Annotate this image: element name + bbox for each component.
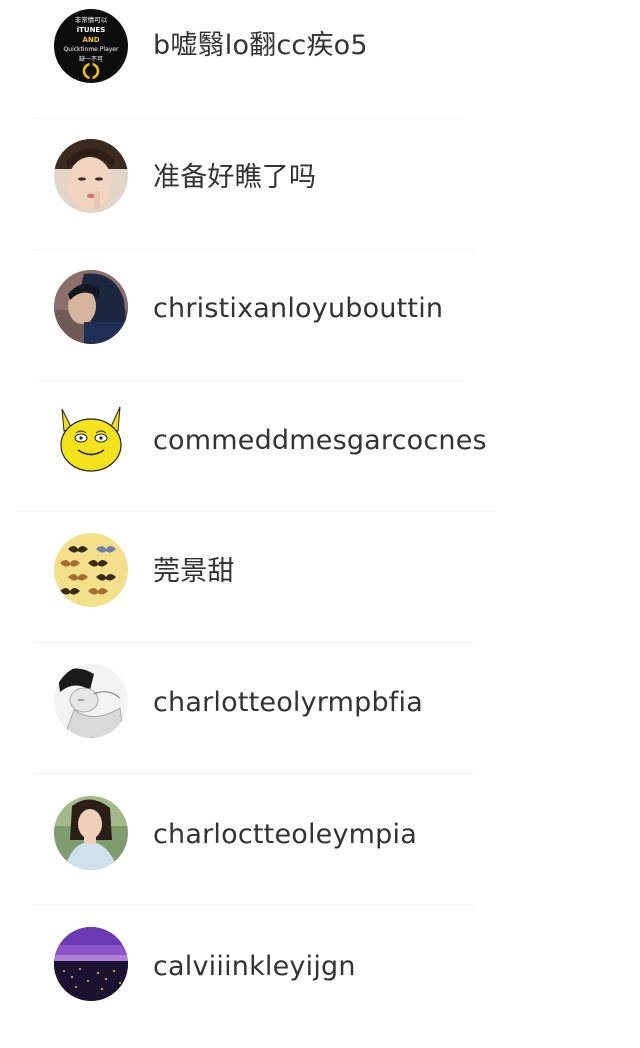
divider xyxy=(34,773,474,774)
avatar-night-city-photo[interactable] xyxy=(54,927,128,1001)
divider xyxy=(16,511,496,512)
username: charloctteoleympia xyxy=(153,819,417,850)
username: charlotteolyrmpbfia xyxy=(153,687,423,718)
itunes-badge-image: 非常情可以 iTUNES AND Quicktinme Player 缺一不可 xyxy=(54,9,128,83)
avatar-pikachu-meme[interactable] xyxy=(54,403,128,477)
girl-photo-image xyxy=(54,139,128,213)
avatar-bw-sketch[interactable] xyxy=(54,664,128,738)
divider xyxy=(34,642,474,643)
user-row[interactable]: calviiinkleyijgn xyxy=(0,917,640,1048)
avatar-mustache-pattern[interactable] xyxy=(54,533,128,607)
badge-line-2: iTUNES xyxy=(77,26,106,34)
night-city-image xyxy=(54,927,128,1001)
divider xyxy=(34,380,464,381)
woman-photo-image xyxy=(54,796,128,870)
user-row[interactable]: 莞景甜 xyxy=(0,524,640,655)
divider xyxy=(34,904,474,905)
username: christixanloyubouttin xyxy=(153,293,444,324)
avatar-woman-photo[interactable] xyxy=(54,796,128,870)
username: b嘘翳lo翻cc疾o5 xyxy=(153,30,368,61)
username: 准备好瞧了吗 xyxy=(153,162,317,193)
avatar-itunes-badge[interactable]: 非常情可以 iTUNES AND Quicktinme Player 缺一不可 xyxy=(54,9,128,83)
man-photo-image xyxy=(54,270,128,344)
user-row[interactable]: 非常情可以 iTUNES AND Quicktinme Player 缺一不可 … xyxy=(0,0,640,131)
username: commeddmesgarcocnes xyxy=(153,425,487,456)
badge-line-4: Quicktinme Player xyxy=(64,46,119,53)
user-row[interactable]: commeddmesgarcocnes xyxy=(0,393,640,524)
pikachu-meme-image xyxy=(60,406,122,472)
mustache-pattern-image xyxy=(54,533,128,607)
divider xyxy=(34,249,474,250)
user-row[interactable]: charloctteoleympia xyxy=(0,786,640,917)
username: calviiinkleyijgn xyxy=(153,951,356,982)
user-row[interactable]: christixanloyubouttin xyxy=(0,262,640,393)
badge-line-5: 缺一不可 xyxy=(79,55,103,63)
badge-line-1: 非常情可以 xyxy=(75,15,108,24)
avatar-man-photo[interactable] xyxy=(54,270,128,344)
bw-sketch-image xyxy=(54,664,128,738)
avatar-girl-photo[interactable] xyxy=(54,139,128,213)
user-row[interactable]: charlotteolyrmpbfia xyxy=(0,655,640,786)
badge-line-3: AND xyxy=(82,36,99,44)
divider xyxy=(34,118,464,119)
user-row[interactable]: 准备好瞧了吗 xyxy=(0,131,640,262)
username: 莞景甜 xyxy=(153,556,235,587)
user-list: 非常情可以 iTUNES AND Quicktinme Player 缺一不可 … xyxy=(0,0,640,1014)
